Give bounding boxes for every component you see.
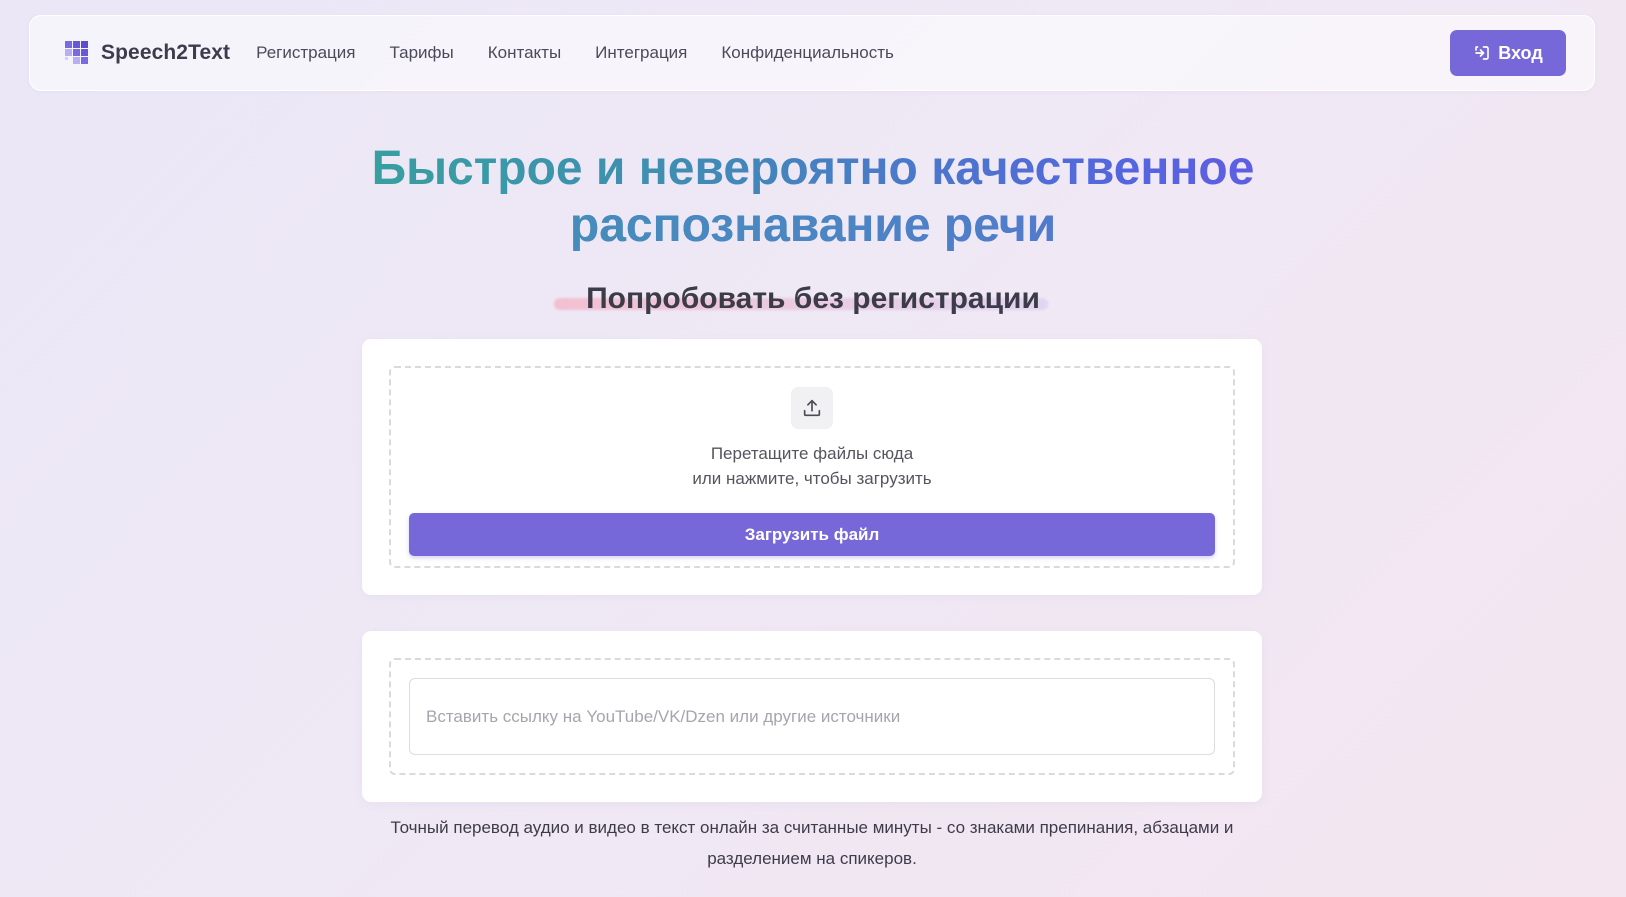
link-dropzone — [389, 658, 1235, 775]
upload-icon-box — [791, 387, 833, 429]
drop-text-line1: Перетащите файлы сюда — [710, 444, 914, 463]
login-icon — [1475, 46, 1490, 60]
upload-file-button[interactable]: Загрузить файл — [409, 513, 1215, 556]
file-dropzone[interactable]: Перетащите файлы сюда или нажмите, чтобы… — [389, 366, 1235, 568]
drop-text-line2: или нажмите, чтобы загрузить — [692, 469, 932, 488]
login-label: Вход — [1498, 42, 1543, 63]
nav-link-privacy[interactable]: Конфиденциальность — [721, 43, 893, 63]
logo-icon — [65, 41, 88, 64]
subtitle-wrap: Попробовать без регистрации — [0, 282, 1626, 316]
main-nav: Регистрация Тарифы Контакты Интеграция К… — [256, 43, 928, 63]
hero-subtitle: Попробовать без регистрации — [586, 282, 1040, 315]
service-description: Точный перевод аудио и видео в текст онл… — [390, 818, 1234, 868]
brand-name: Speech2Text — [101, 41, 231, 64]
nav-link-integration[interactable]: Интеграция — [595, 43, 687, 63]
drop-text: Перетащите файлы сюда или нажмите, чтобы… — [391, 441, 1233, 491]
navbar: Speech2Text Регистрация Тарифы Контакты … — [29, 15, 1595, 91]
upload-card: Перетащите файлы сюда или нажмите, чтобы… — [362, 339, 1262, 595]
nav-link-contacts[interactable]: Контакты — [488, 43, 561, 63]
hero-title-line1: Быстрое и невероятно качественное — [371, 142, 1255, 195]
nav-link-pricing[interactable]: Тарифы — [390, 43, 454, 63]
brand[interactable]: Speech2Text — [65, 41, 230, 65]
upload-icon — [803, 399, 821, 417]
nav-link-registration[interactable]: Регистрация — [256, 43, 355, 63]
login-button[interactable]: Вход — [1450, 30, 1566, 76]
link-card — [362, 631, 1262, 802]
url-input[interactable] — [409, 678, 1215, 755]
hero-title: Быстрое и невероятно качественное распоз… — [0, 140, 1626, 254]
hero-title-line2: распознавание речи — [0, 197, 1626, 254]
